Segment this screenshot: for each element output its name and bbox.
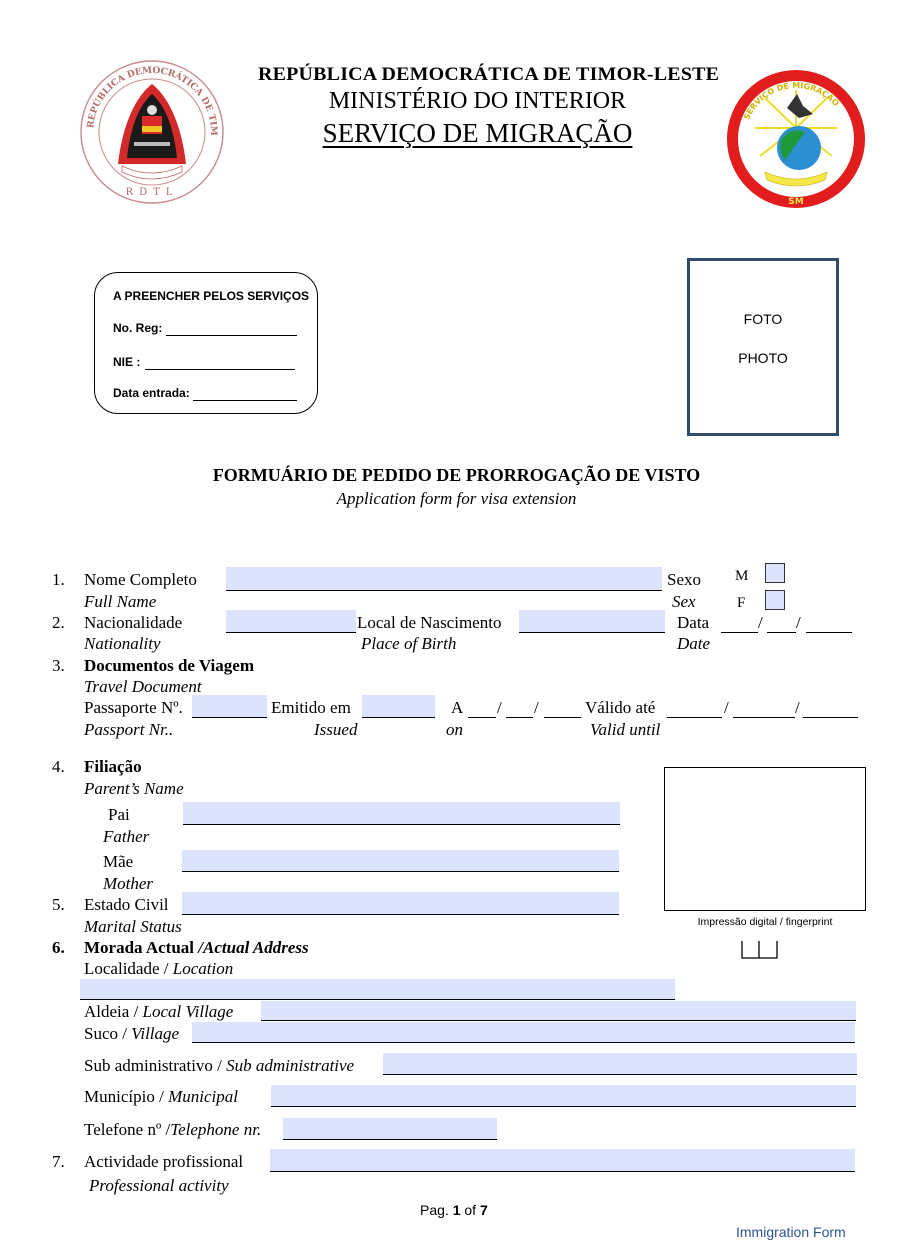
section-4-number: 4. <box>52 757 65 776</box>
sex-f-label: F <box>737 595 746 611</box>
svg-text:SM: SM <box>788 197 803 207</box>
travel-doc-heading-en: Travel Document <box>84 677 202 696</box>
office-box-title: A PREENCHER PELOS SERVIÇOS <box>113 289 310 303</box>
date-separator: / <box>497 698 502 717</box>
sex-label-en: Sex <box>672 592 696 611</box>
profession-label-en: Professional activity <box>89 1176 229 1195</box>
father-name-input[interactable] <box>183 802 620 825</box>
sex-label: Sexo <box>667 570 701 589</box>
form-subtitle: Application form for visa extension <box>336 489 577 508</box>
sub-admin-label: Sub administrativo / Sub administrative <box>84 1056 355 1075</box>
section-1-number: 1. <box>52 570 65 589</box>
migration-service-seal-icon: SERVIÇO DE MIGRAÇÃO SM <box>725 68 867 210</box>
full-name-input[interactable] <box>226 567 662 591</box>
section-7-number: 7. <box>52 1152 65 1171</box>
mother-name-input[interactable] <box>182 850 619 872</box>
page-number: Pag. 1 of 7 <box>420 1202 488 1218</box>
birth-place-label: Local de Nascimento <box>357 613 502 632</box>
father-label-en: Father <box>103 827 150 846</box>
date-separator: / <box>534 698 539 717</box>
issued-date-month[interactable] <box>506 703 533 718</box>
marital-status-input[interactable] <box>182 892 619 915</box>
fingerprint-box[interactable] <box>664 767 866 911</box>
profession-input[interactable] <box>270 1149 855 1172</box>
nationality-label: Nacionalidade <box>84 613 183 632</box>
photo-box[interactable]: FOTO PHOTO <box>687 258 839 436</box>
birth-place-label-en: Place of Birth <box>361 634 457 653</box>
birth-date-label: Data <box>677 613 710 632</box>
full-name-label-en: Full Name <box>84 592 157 611</box>
sub-admin-input[interactable] <box>383 1053 857 1075</box>
birth-date-year[interactable] <box>806 618 852 633</box>
valid-until-label-en: Valid until <box>590 720 661 739</box>
mother-label-en: Mother <box>103 874 154 893</box>
office-use-box: A PREENCHER PELOS SERVIÇOS No. Reg: NIE … <box>94 272 318 414</box>
valid-until-label: Válido até <box>585 698 656 717</box>
birth-date-day[interactable] <box>721 618 758 633</box>
section-3-number: 3. <box>52 656 65 675</box>
marital-status-label-en: Marital Status <box>84 917 182 936</box>
section-6-number: 6. <box>52 938 65 957</box>
father-label: Pai <box>108 805 130 824</box>
date-separator: / <box>758 613 763 632</box>
birth-date-month[interactable] <box>767 618 796 633</box>
issued-place-input[interactable] <box>362 695 435 718</box>
nie-field[interactable]: NIE : <box>113 355 295 370</box>
sex-m-label: M <box>735 568 749 584</box>
suco-label: Suco / Village <box>84 1024 180 1043</box>
parents-heading-en: Parent’s Name <box>84 779 184 798</box>
mother-label: Mãe <box>103 852 134 871</box>
marital-status-label: Estado Civil <box>84 895 169 914</box>
footer-form-name: Immigration Form <box>736 1224 846 1240</box>
issued-on-label-en: on <box>446 720 463 739</box>
telephone-input[interactable] <box>283 1118 497 1140</box>
photo-label-en: PHOTO <box>738 350 788 366</box>
telephone-label: Telefone nº /Telephone nr. <box>84 1120 262 1139</box>
passport-number-input[interactable] <box>192 695 267 718</box>
fingerprint-marker-icon <box>741 941 778 959</box>
valid-date-day[interactable] <box>667 703 722 718</box>
location-input[interactable] <box>80 979 675 1000</box>
entry-date-field[interactable]: Data entrada: <box>113 386 297 401</box>
fingerprint-label: Impressão digital / fingerprint <box>697 916 833 928</box>
section-5-number: 5. <box>52 895 65 914</box>
issued-date-year[interactable] <box>544 703 581 718</box>
passport-label: Passaporte Nº. <box>84 698 183 717</box>
date-separator: / <box>796 613 801 632</box>
valid-date-year[interactable] <box>803 703 858 718</box>
svg-text:RDTL: RDTL <box>126 187 179 198</box>
sex-f-checkbox[interactable] <box>765 590 785 610</box>
date-separator: / <box>724 698 729 717</box>
municipal-label: Município / Municipal <box>84 1087 238 1106</box>
issued-label-en: Issued <box>314 720 358 739</box>
issued-on-label: A <box>451 698 464 717</box>
sex-m-checkbox[interactable] <box>765 563 785 583</box>
travel-doc-heading: Documentos de Viagem <box>84 656 254 675</box>
valid-date-month[interactable] <box>733 703 795 718</box>
aldeia-input[interactable] <box>261 1001 856 1021</box>
passport-label-en: Passport Nr.. <box>84 720 174 739</box>
issued-label: Emitido em <box>271 698 351 717</box>
address-heading: Morada Actual /Actual Address <box>84 938 309 957</box>
profession-label: Actividade profissional <box>84 1152 244 1171</box>
section-2-number: 2. <box>52 613 65 632</box>
form-title: FORMUÁRIO DE PEDIDO DE PRORROGAÇÃO DE VI… <box>212 465 701 485</box>
photo-label-pt: FOTO <box>743 311 783 327</box>
suco-input[interactable] <box>192 1022 855 1043</box>
birth-date-label-en: Date <box>677 634 711 653</box>
issued-date-day[interactable] <box>468 703 496 718</box>
birth-place-input[interactable] <box>519 610 665 633</box>
nationality-input[interactable] <box>226 610 356 633</box>
aldeia-label: Aldeia / Local Village <box>84 1002 234 1021</box>
parents-heading: Filiação <box>84 757 142 776</box>
location-label: Localidade / Location <box>84 959 234 978</box>
full-name-label: Nome Completo <box>84 570 197 589</box>
date-separator: / <box>795 698 800 717</box>
municipal-input[interactable] <box>271 1085 856 1107</box>
nationality-label-en: Nationality <box>84 634 161 653</box>
reg-number-field[interactable]: No. Reg: <box>113 321 297 336</box>
